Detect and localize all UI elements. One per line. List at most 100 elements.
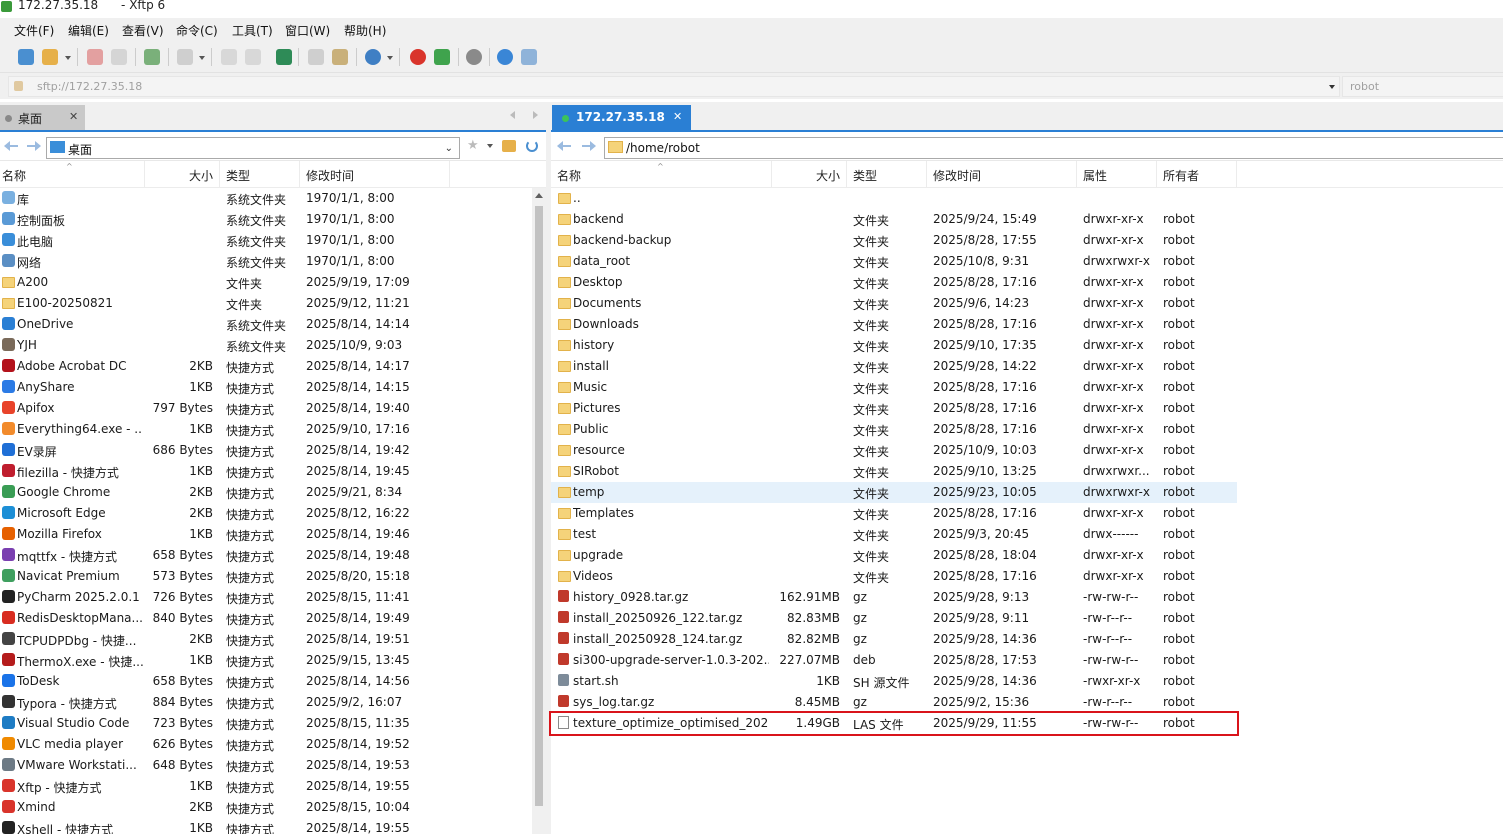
table-row[interactable]: 网络 系统文件夹 1970/1/1, 8:00 (0, 251, 546, 272)
table-row[interactable]: Xshell - 快捷方式 1KB 快捷方式 2025/8/14, 19:55 (0, 818, 546, 834)
close-icon[interactable]: ✕ (69, 110, 78, 123)
table-row[interactable]: Apifox 797 Bytes 快捷方式 2025/8/14, 19:40 (0, 398, 546, 419)
table-row[interactable]: OneDrive 系统文件夹 2025/8/14, 14:14 (0, 314, 546, 335)
copy-icon[interactable] (308, 49, 324, 65)
table-row[interactable]: Visual Studio Code 723 Bytes 快捷方式 2025/8/15… (0, 713, 546, 734)
table-row[interactable]: Typora - 快捷方式 884 Bytes 快捷方式 2025/9/2, 16:0… (0, 692, 546, 713)
parent-folder-icon[interactable] (502, 140, 516, 152)
tab-remote-session[interactable]: 172.27.35.18 ✕ (552, 105, 691, 130)
table-row[interactable]: install_20250928_124.tar.gz 82.82MB gz 2025… (551, 629, 1237, 650)
table-row[interactable]: E100-20250821 文件夹 2025/9/12, 11:21 (0, 293, 546, 314)
table-row[interactable]: start.sh 1KB SH 源文件 2025/9/28, 14:36 -rwxr-x… (551, 671, 1237, 692)
table-row[interactable]: 此电脑 系统文件夹 1970/1/1, 8:00 (0, 230, 546, 251)
table-row[interactable]: resource 文件夹 2025/10/9, 10:03 drwxr-xr-x rob… (551, 440, 1237, 461)
table-row[interactable]: backend-backup 文件夹 2025/8/28, 17:55 drwxr-x… (551, 230, 1237, 251)
address-dropdown-icon[interactable] (1329, 85, 1335, 89)
table-row[interactable]: Google Chrome 2KB 快捷方式 2025/9/21, 8:34 (0, 482, 546, 503)
local-scrollbar[interactable] (532, 188, 546, 834)
table-row[interactable]: VMware Workstati... 648 Bytes 快捷方式 2025/8/1… (0, 755, 546, 776)
tab-scroll-left-icon[interactable] (510, 111, 515, 119)
xftp-icon[interactable] (434, 49, 450, 65)
scroll-thumb[interactable] (535, 206, 543, 806)
table-row[interactable]: A200 文件夹 2025/9/19, 17:09 (0, 272, 546, 293)
table-row[interactable]: history_0928.tar.gz 162.91MB gz 2025/9/28, … (551, 587, 1237, 608)
table-row[interactable]: Downloads 文件夹 2025/8/28, 17:16 drwxr-xr-x ro… (551, 314, 1237, 335)
table-row[interactable]: YJH 系统文件夹 2025/10/9, 9:03 (0, 335, 546, 356)
table-row[interactable]: Documents 文件夹 2025/9/6, 14:23 drwxr-xr-x rob… (551, 293, 1237, 314)
menu-command[interactable]: 命令(C) (176, 22, 218, 39)
menu-file[interactable]: 文件(F) (14, 22, 54, 39)
chat-icon[interactable] (521, 49, 537, 65)
refresh-icon[interactable] (526, 140, 538, 152)
table-row[interactable]: TCPUDPDbg - 快捷... 2KB 快捷方式 2025/8/14, 19:51 (0, 629, 546, 650)
transfer-icon[interactable] (276, 49, 292, 65)
table-row[interactable]: 库 系统文件夹 1970/1/1, 8:00 (0, 188, 546, 209)
table-row[interactable]: Xftp - 快捷方式 1KB 快捷方式 2025/8/14, 19:55 (0, 776, 546, 797)
table-row[interactable]: .. (551, 188, 1237, 209)
scroll-up-icon[interactable] (535, 193, 543, 198)
table-row[interactable]: AnyShare 1KB 快捷方式 2025/8/14, 14:15 (0, 377, 546, 398)
table-row[interactable]: Public 文件夹 2025/8/28, 17:16 drwxr-xr-x robot (551, 419, 1237, 440)
table-row[interactable]: RedisDesktopMana... 840 Bytes 快捷方式 2025/8/1… (0, 608, 546, 629)
table-row[interactable]: data_root 文件夹 2025/10/8, 9:31 drwxrwxr-x rob… (551, 251, 1237, 272)
tab-desktop[interactable]: 桌面 ✕ (0, 105, 85, 130)
table-row[interactable]: mqttfx - 快捷方式 658 Bytes 快捷方式 2025/8/14, 19:… (0, 545, 546, 566)
table-row[interactable]: Templates 文件夹 2025/8/28, 17:16 drwxr-xr-x ro… (551, 503, 1237, 524)
table-row[interactable]: install 文件夹 2025/9/28, 14:22 drwxr-xr-x robo… (551, 356, 1237, 377)
table-row[interactable]: PyCharm 2025.2.0.1 726 Bytes 快捷方式 2025/8/15… (0, 587, 546, 608)
table-row[interactable]: Music 文件夹 2025/8/28, 17:16 drwxr-xr-x robot (551, 377, 1237, 398)
menu-help[interactable]: 帮助(H) (344, 22, 386, 39)
open-folder-icon[interactable] (42, 49, 58, 65)
remote-path-combo[interactable]: /home/robot (604, 137, 1503, 159)
col-size[interactable]: 大小 (145, 161, 220, 187)
new-tab-icon[interactable] (144, 49, 160, 65)
forward-icon[interactable] (582, 141, 596, 151)
table-row[interactable]: Mozilla Firefox 1KB 快捷方式 2025/8/14, 19:46 (0, 524, 546, 545)
table-row[interactable]: si300-upgrade-server-1.0.3-202... 227.07M… (551, 650, 1237, 671)
table-row[interactable]: Adobe Acrobat DC 2KB 快捷方式 2025/8/14, 14:17 (0, 356, 546, 377)
paste-icon[interactable] (332, 49, 348, 65)
address-field[interactable]: sftp://172.27.35.18 (8, 76, 1340, 97)
col-size[interactable]: 大小 (772, 161, 847, 187)
back-icon[interactable] (557, 141, 571, 151)
table-row[interactable]: temp 文件夹 2025/9/23, 10:05 drwxrwxr-x robot (551, 482, 1237, 503)
disconnect-icon[interactable] (87, 49, 103, 65)
menu-tools[interactable]: 工具(T) (232, 22, 273, 39)
table-row[interactable]: filezilla - 快捷方式 1KB 快捷方式 2025/8/14, 19:45 (0, 461, 546, 482)
globe-icon[interactable] (365, 49, 381, 65)
table-row[interactable]: VLC media player 626 Bytes 快捷方式 2025/8/14, … (0, 734, 546, 755)
open-folder-dropdown-icon[interactable] (65, 56, 71, 60)
help-icon[interactable] (497, 49, 513, 65)
table-row[interactable]: Everything64.exe - ... 1KB 快捷方式 2025/9/10, … (0, 419, 546, 440)
table-row[interactable]: Desktop 文件夹 2025/8/28, 17:16 drwxr-xr-x robo… (551, 272, 1237, 293)
tab-scroll-right-icon[interactable] (533, 111, 538, 119)
col-type[interactable]: 类型 (847, 161, 927, 187)
table-row[interactable]: test 文件夹 2025/9/3, 20:45 drwx------ robot (551, 524, 1237, 545)
table-row[interactable]: sys_log.tar.gz 8.45MB gz 2025/9/2, 15:36 -rw… (551, 692, 1237, 713)
col-owner[interactable]: 所有者 (1157, 161, 1237, 187)
view-icon[interactable] (177, 49, 193, 65)
close-icon[interactable]: ✕ (673, 110, 682, 123)
table-row[interactable]: install_20250926_122.tar.gz 82.83MB gz 2025… (551, 608, 1237, 629)
menu-edit[interactable]: 编辑(E) (68, 22, 109, 39)
col-modified[interactable]: 修改时间 (300, 161, 450, 187)
back-icon[interactable] (4, 141, 18, 151)
view-dropdown-icon[interactable] (199, 56, 205, 60)
local-path-combo[interactable]: 桌面 ⌄ (46, 137, 460, 159)
col-permissions[interactable]: 属性 (1077, 161, 1157, 187)
download-icon[interactable] (245, 49, 261, 65)
reconnect-icon[interactable] (111, 49, 127, 65)
bookmark-dropdown-icon[interactable] (487, 144, 493, 148)
new-session-icon[interactable] (18, 49, 34, 65)
table-row[interactable]: history 文件夹 2025/9/10, 17:35 drwxr-xr-x robo… (551, 335, 1237, 356)
table-row[interactable]: upgrade 文件夹 2025/8/28, 18:04 drwxr-xr-x robo… (551, 545, 1237, 566)
table-row[interactable]: backend 文件夹 2025/9/24, 15:49 drwxr-xr-x robo… (551, 209, 1237, 230)
table-row[interactable]: Microsoft Edge 2KB 快捷方式 2025/8/12, 16:22 (0, 503, 546, 524)
table-row[interactable]: EV录屏 686 Bytes 快捷方式 2025/8/14, 19:42 (0, 440, 546, 461)
table-row[interactable]: Pictures 文件夹 2025/8/28, 17:16 drwxr-xr-x rob… (551, 398, 1237, 419)
table-row[interactable]: 控制面板 系统文件夹 1970/1/1, 8:00 (0, 209, 546, 230)
bookmark-star-icon[interactable]: ★ (467, 138, 479, 153)
table-row[interactable]: Xmind 2KB 快捷方式 2025/8/15, 10:04 (0, 797, 546, 818)
menu-window[interactable]: 窗口(W) (285, 22, 330, 39)
username-field[interactable]: robot (1342, 76, 1503, 97)
